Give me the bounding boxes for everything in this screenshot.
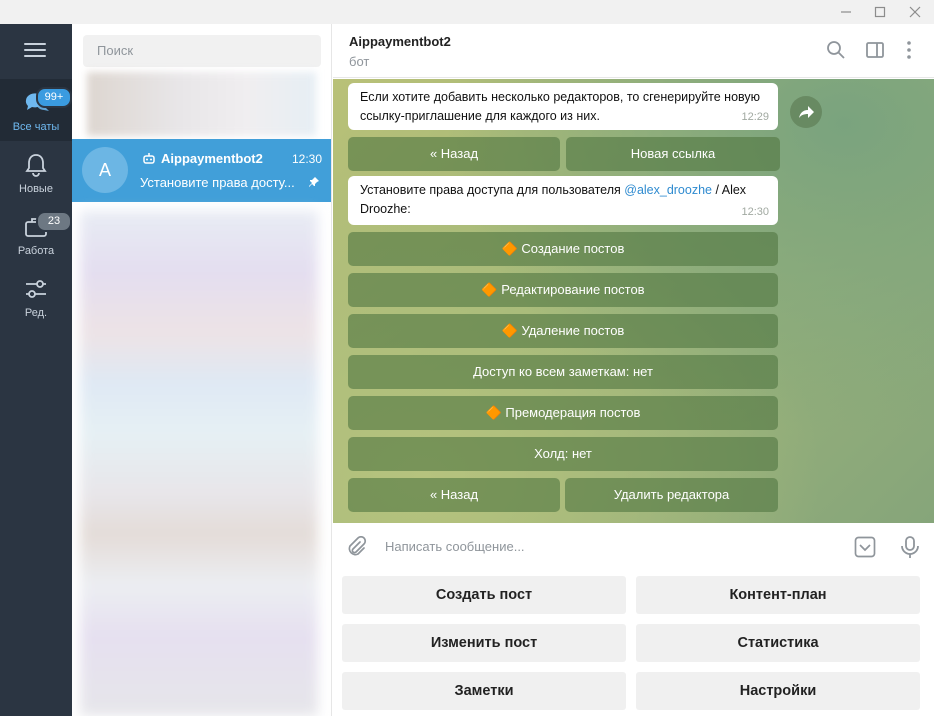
folders-sidebar: 99+ Все чаты Новые 23 Работа Ред. [0,24,72,716]
folder-work[interactable]: 23 Работа [0,203,72,265]
folder-label: Новые [19,183,53,195]
inline-edit-posts-button[interactable]: 🔶 Редактирование постов [348,273,778,307]
bot-keyboard-icon[interactable] [854,536,876,558]
chat-time: 12:30 [291,152,322,166]
edit-post-button[interactable]: Изменить пост [342,624,626,662]
chat-name: Aippaymentbot2 [161,151,263,166]
attach-icon[interactable] [345,536,367,558]
chat-subtitle: бот [349,54,370,69]
blurred-chat-item[interactable] [87,72,316,136]
close-icon[interactable] [898,0,932,24]
sliders-icon [26,280,46,298]
avatar: A [82,147,128,193]
settings-button[interactable]: Настройки [636,672,920,710]
inline-hold-button[interactable]: Холд: нет [348,437,778,471]
inline-back-button[interactable]: « Назад [348,478,560,512]
folder-all-chats[interactable]: 99+ Все чаты [0,79,72,141]
chat-item-aippaymentbot2[interactable]: A Aippaymentbot2 12:30 Установите права … [72,139,331,202]
inline-new-link-button[interactable]: Новая ссылка [566,137,780,171]
inline-back-button[interactable]: « Назад [348,137,560,171]
chat-preview: Установите права досту... [140,175,295,190]
folder-label: Все чаты [12,121,60,133]
message-area: Если хотите добавить несколько редакторо… [333,79,934,523]
sidebar-toggle-icon[interactable] [865,40,885,60]
share-icon [799,106,814,118]
search-icon[interactable] [826,40,846,60]
notes-button[interactable]: Заметки [342,672,626,710]
hamburger-icon[interactable] [24,43,46,57]
message-time: 12:29 [741,111,769,123]
inline-premoderation-button[interactable]: 🔶 Премодерация постов [348,396,778,430]
inline-delete-editor-button[interactable]: Удалить редактора [565,478,778,512]
folder-edit[interactable]: Ред. [0,265,72,327]
message-bubble[interactable]: Установите права доступа для пользовател… [348,176,778,225]
create-post-button[interactable]: Создать пост [342,576,626,614]
inline-delete-posts-button[interactable]: 🔶 Удаление постов [348,314,778,348]
search-input[interactable]: Поиск [83,35,321,67]
chat-title[interactable]: Aippaymentbot2 [349,34,451,49]
message-bubble[interactable]: Если хотите добавить несколько редакторо… [348,83,778,130]
microphone-icon[interactable] [900,535,920,559]
message-text: Если хотите добавить несколько редакторо… [360,90,761,123]
more-vertical-icon[interactable] [901,40,917,60]
minimize-icon[interactable] [829,0,863,24]
inline-notes-access-button[interactable]: Доступ ко всем заметкам: нет [348,355,778,389]
inline-create-posts-button[interactable]: 🔶 Создание постов [348,232,778,266]
user-mention-link[interactable]: @alex_droozhe [624,183,712,197]
maximize-icon[interactable] [863,0,897,24]
message-time: 12:30 [741,206,769,218]
folder-label: Работа [17,245,55,257]
window-titlebar [0,0,934,24]
blurred-chat-list[interactable] [80,211,318,716]
content-plan-button[interactable]: Контент-план [636,576,920,614]
forward-button[interactable] [790,96,822,128]
pin-icon [309,177,319,187]
reply-keyboard: Создать пост Контент-план Изменить пост … [333,571,934,716]
message-input[interactable]: Написать сообщение... [385,539,525,554]
message-composer: Написать сообщение... [333,523,934,571]
bell-icon [25,154,47,177]
unread-badge: 23 [36,211,72,232]
folder-new[interactable]: Новые [0,141,72,203]
unread-badge: 99+ [36,87,72,108]
message-text: Установите права доступа для пользовател… [360,183,625,197]
chat-header: Aippaymentbot2 бот [333,24,934,78]
bot-icon [143,153,155,164]
folder-label: Ред. [24,307,48,319]
chat-list: Поиск A Aippaymentbot2 12:30 Установите … [72,24,332,716]
statistics-button[interactable]: Статистика [636,624,920,662]
